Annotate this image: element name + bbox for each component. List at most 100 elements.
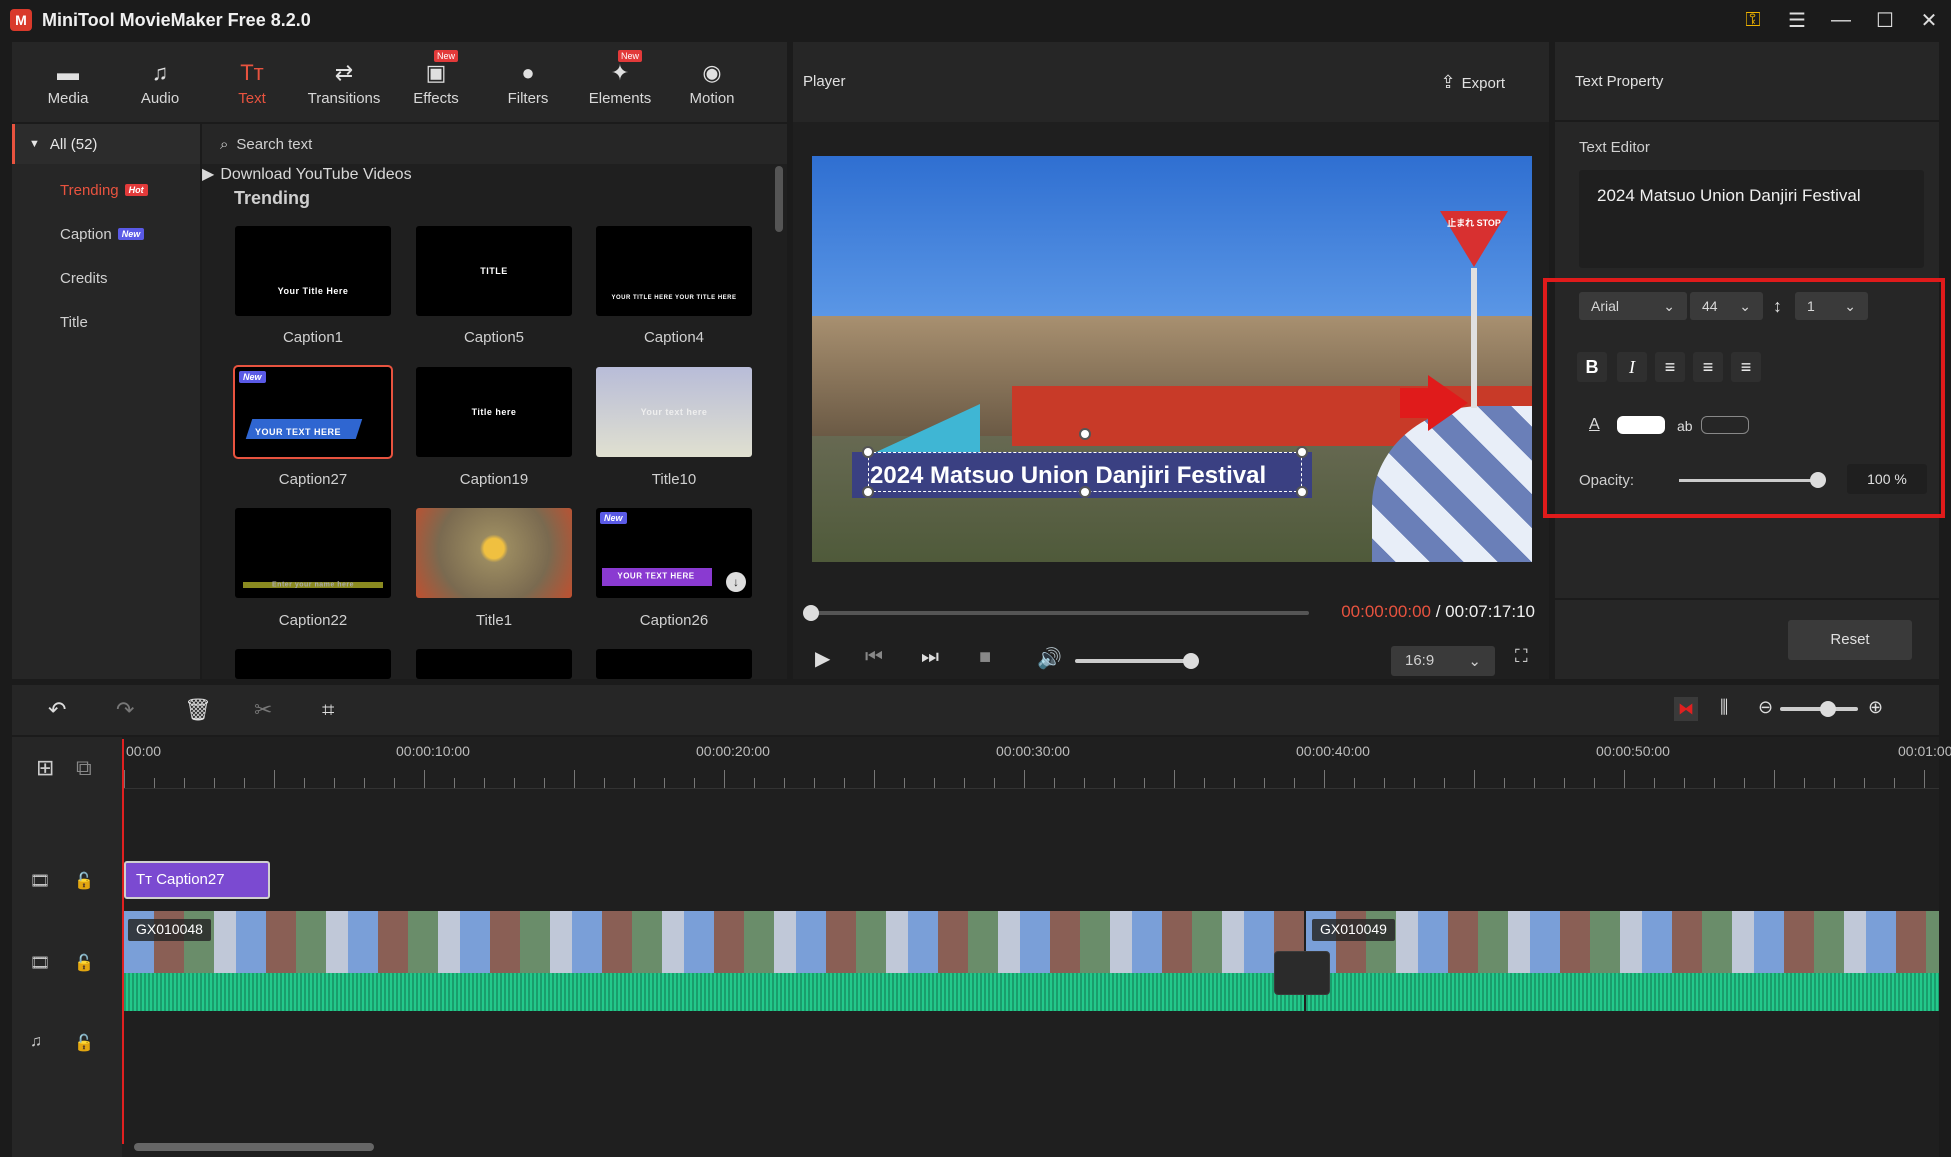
delete-icon[interactable]: 🗑 [184, 697, 212, 723]
template-thumb-selected[interactable]: New YOUR TEXT HERE [233, 365, 393, 459]
fullscreen-icon[interactable]: ⛶ [1515, 646, 1528, 667]
download-icon[interactable]: ↓ [726, 572, 746, 592]
add-track-icon[interactable]: ⊞ [36, 755, 54, 781]
template-thumb[interactable]: TITLE [416, 226, 572, 316]
font-select[interactable]: Arial ⌄ [1579, 292, 1687, 320]
playhead[interactable] [122, 739, 124, 1144]
category-trending[interactable]: Trending Hot [12, 168, 200, 212]
text-color-swatch[interactable] [1617, 416, 1665, 434]
volume-icon[interactable]: 🔊 [1037, 646, 1062, 671]
caption-clip[interactable]: Tт Caption27 [124, 861, 270, 899]
ruler-tick [1564, 778, 1565, 788]
lock-icon[interactable]: 🔓 [74, 1033, 94, 1053]
minimize-icon[interactable]: — [1819, 9, 1863, 32]
video-preview[interactable]: 止まれ STOP 2024 Matsuo Union Danjiri Festi… [812, 156, 1532, 562]
video-clip-frames[interactable] [124, 911, 1304, 973]
rotate-handle[interactable] [1079, 428, 1091, 440]
ruler-label: 00:00:20:00 [696, 743, 770, 759]
tab-media[interactable]: ▬ Media [22, 42, 114, 122]
tab-filters[interactable]: ● Filters [482, 42, 574, 122]
resize-handle[interactable] [1079, 486, 1091, 498]
zoom-slider[interactable] [1780, 701, 1858, 717]
ruler-tick [1204, 778, 1205, 788]
template-label: Caption22 [278, 612, 348, 629]
key-icon[interactable]: ⚿ [1731, 9, 1775, 32]
undo-icon[interactable]: ↶ [48, 697, 66, 723]
lock-icon[interactable]: 🔓 [74, 871, 94, 891]
track-manager-icon[interactable]: ⧉ [76, 755, 92, 781]
template-thumb[interactable] [416, 649, 572, 679]
time-ruler[interactable]: 00:00 00:00:10:00 00:00:20:00 00:00:30:0… [124, 737, 1951, 789]
align-center-button[interactable]: ≡ [1693, 352, 1723, 382]
tab-effects[interactable]: New ▣ Effects [390, 42, 482, 122]
timeline-scrollbar[interactable] [134, 1143, 374, 1151]
resize-handle[interactable] [1296, 446, 1308, 458]
align-left-button[interactable]: ≡ [1655, 352, 1685, 382]
font-size-select[interactable]: 44 ⌄ [1690, 292, 1763, 320]
download-youtube-button[interactable]: ▶ Download YouTube Videos [202, 164, 787, 184]
template-thumb[interactable] [416, 508, 572, 598]
seek-bar[interactable] [803, 605, 1309, 621]
template-thumb[interactable]: Your Title Here [235, 226, 391, 316]
italic-button[interactable]: I [1617, 352, 1647, 382]
resize-handle[interactable] [862, 486, 874, 498]
maximize-icon[interactable]: ☐ [1863, 8, 1907, 33]
category-title[interactable]: Title [12, 300, 200, 344]
zoom-out-icon[interactable]: ⊖ [1758, 697, 1773, 718]
reset-button[interactable]: Reset [1788, 620, 1912, 660]
transition-icon[interactable] [1274, 951, 1330, 995]
thumb-text: YOUR TITLE HERE YOUR TITLE HERE [611, 295, 737, 301]
export-button[interactable]: ⇪ Export [1441, 72, 1505, 93]
stop-icon[interactable]: ■ [979, 646, 991, 669]
template-thumb[interactable]: Enter your name here [235, 508, 391, 598]
bg-color-swatch[interactable] [1701, 416, 1749, 434]
template-thumb[interactable]: Your text here [596, 367, 752, 457]
template-thumb[interactable]: Title here [416, 367, 572, 457]
tab-motion[interactable]: ◉ Motion [666, 42, 758, 122]
template-thumb[interactable] [596, 649, 752, 679]
tab-text[interactable]: Tт Text [206, 42, 298, 122]
font-size-value: 44 [1702, 298, 1718, 314]
crop-icon[interactable]: ⌗ [322, 697, 334, 723]
fit-icon[interactable]: ⫼ [1720, 697, 1728, 718]
bold-button[interactable]: B [1577, 352, 1607, 382]
category-caption[interactable]: Caption New [12, 212, 200, 256]
close-icon[interactable]: ✕ [1907, 8, 1951, 33]
search-input[interactable]: ⌕ Search text [202, 124, 787, 164]
category-all[interactable]: ▼ All (52) [12, 124, 200, 164]
media-tabs: ▬ Media ♫ Audio Tт Text ⇄ Transitions New ▣ Ef… [12, 42, 787, 122]
line-spacing-select[interactable]: 1 ⌄ [1795, 292, 1868, 320]
text-editor-field[interactable]: 2024 Matsuo Union Danjiri Festival [1579, 170, 1924, 268]
template-thumb[interactable]: New YOUR TEXT HERE ↓ [596, 508, 752, 598]
lock-icon[interactable]: 🔓 [74, 953, 94, 973]
tab-elements[interactable]: New ✦ Elements [574, 42, 666, 122]
ruler-tick [1834, 778, 1835, 788]
prev-frame-icon[interactable]: ⏮ [865, 646, 883, 669]
snap-icon[interactable]: ⧓ [1674, 697, 1698, 721]
resize-handle[interactable] [1296, 486, 1308, 498]
tab-audio[interactable]: ♫ Audio [114, 42, 206, 122]
menu-icon[interactable]: ☰ [1775, 8, 1819, 33]
align-right-button[interactable]: ≡ [1731, 352, 1761, 382]
aspect-ratio-select[interactable]: 16:9 ⌄ [1391, 646, 1495, 676]
opacity-slider[interactable] [1679, 472, 1826, 488]
zoom-knob[interactable] [1820, 701, 1836, 717]
play-icon[interactable]: ▶ [815, 646, 830, 671]
ruler-tick [514, 778, 515, 788]
resize-handle[interactable] [862, 446, 874, 458]
opacity-value[interactable]: 100 % [1847, 464, 1927, 494]
seek-knob[interactable] [803, 605, 819, 621]
volume-knob[interactable] [1183, 653, 1199, 669]
grid-scrollbar[interactable] [775, 166, 783, 232]
tab-transitions[interactable]: ⇄ Transitions [298, 42, 390, 122]
video-clip-frames[interactable] [1306, 911, 1939, 973]
split-icon[interactable]: ✂ [254, 697, 272, 723]
zoom-in-icon[interactable]: ⊕ [1868, 697, 1883, 718]
volume-slider[interactable] [1075, 653, 1199, 669]
category-credits[interactable]: Credits [12, 256, 200, 300]
next-frame-icon[interactable]: ⏭ [921, 646, 939, 669]
opacity-knob[interactable] [1810, 472, 1826, 488]
template-thumb[interactable]: YOUR TITLE HERE YOUR TITLE HERE [596, 226, 752, 316]
redo-icon[interactable]: ↷ [116, 697, 134, 723]
template-thumb[interactable] [235, 649, 391, 679]
